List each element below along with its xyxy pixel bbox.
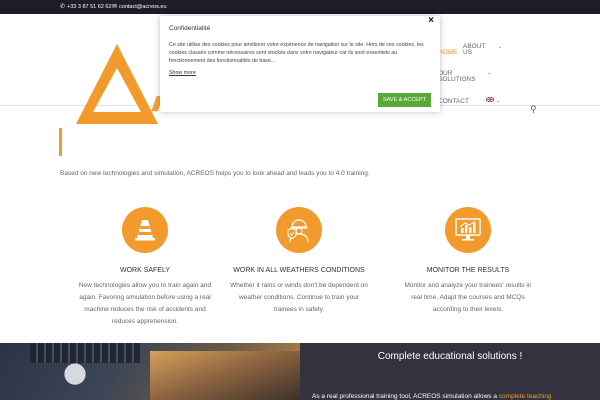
nav-item-contact[interactable]: CONTACT (438, 98, 469, 105)
email-contact[interactable]: ✉ contact@acreos.eu (112, 3, 167, 11)
trainee-figure (60, 363, 90, 400)
simulator-photo (0, 343, 300, 400)
worker-shield-icon (287, 219, 309, 243)
envelope-icon: ✉ (112, 4, 118, 10)
top-bar: ✆ +33 3 87 51 62 62 ✉ contact@acreos.eu (0, 0, 600, 14)
email-address: contact@acreos.eu (119, 3, 167, 10)
nav-item-home[interactable]: HOME (438, 49, 458, 56)
simulator-screen (150, 351, 300, 400)
feature-text: New technologies allow you to train agai… (78, 282, 212, 325)
feature-icon-circle (122, 207, 168, 253)
feature-title: WORK IN ALL WEATHERS CONDITIONS (233, 267, 365, 274)
phone-contact[interactable]: ✆ +33 3 87 51 62 62 (60, 3, 112, 11)
close-icon[interactable]: × (428, 15, 434, 26)
feature-text: Whether it rains or winds don't be depen… (230, 282, 368, 313)
feature-text: Monitor and analyze your trainees' resul… (404, 282, 532, 313)
feature-work-safely: WORK SAFELY New technologies allow you t… (60, 207, 230, 328)
uk-flag-icon (485, 96, 495, 103)
feature-icon-circle (276, 207, 322, 253)
phone-icon: ✆ (60, 4, 66, 10)
phone-number: +33 3 87 51 62 62 (67, 3, 112, 10)
cookie-consent-dialog: Confidentialité × Ce site utilise des co… (160, 15, 440, 112)
feature-all-weathers: WORK IN ALL WEATHERS CONDITIONS Whether … (214, 207, 384, 316)
educational-panel: Complete educational solutions ! As a re… (300, 343, 600, 400)
feature-monitor-results: MONITOR THE RESULTS Monitor and analyze … (383, 207, 553, 316)
feature-icon-circle (445, 207, 491, 253)
nav-item-about-line2[interactable]: US (463, 49, 472, 56)
chevron-down-icon: ⌄ (495, 98, 501, 104)
intro-text: Based on new technologies and simulation… (60, 170, 370, 177)
section-heading: Complete educational solutions ! (377, 351, 523, 362)
nav-item-solutions-line2[interactable]: SOLUTIONS (438, 76, 476, 83)
show-more-link[interactable]: Show more (169, 70, 196, 76)
ceiling-grid (30, 343, 140, 363)
search-icon[interactable]: ⚲ (530, 104, 537, 115)
cookie-title: Confidentialité (169, 25, 211, 32)
accent-bar (59, 128, 62, 156)
acreos-logo[interactable] (76, 44, 158, 124)
traffic-cone-icon (135, 220, 155, 241)
chevron-down-icon[interactable]: ⌄ (498, 44, 502, 50)
chevron-down-icon[interactable]: ⌄ (487, 70, 491, 76)
educational-section: Complete educational solutions ! As a re… (0, 343, 600, 400)
feature-title: MONITOR THE RESULTS (426, 267, 510, 274)
complete-teaching-link[interactable]: complete teaching (499, 393, 552, 400)
save-accept-button[interactable]: SAVE & ACCEPT (378, 93, 431, 107)
monitor-chart-icon (455, 218, 481, 241)
section-text: As a real professional training tool, AC… (312, 393, 552, 400)
feature-title: WORK SAFELY (119, 267, 171, 274)
language-switcher[interactable]: ⌄ (485, 96, 501, 105)
cookie-body: Ce site utilise des cookies pour amélior… (169, 42, 424, 64)
